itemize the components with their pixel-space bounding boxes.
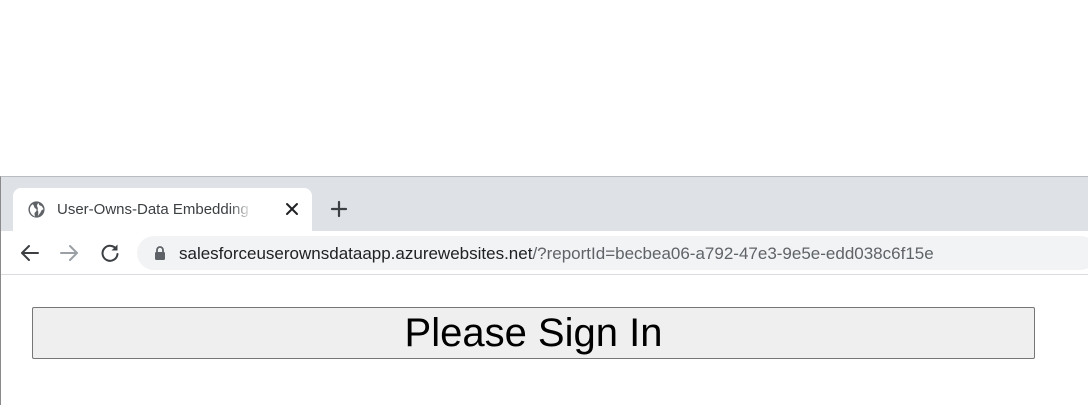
reload-icon[interactable] [98, 241, 122, 265]
page-content: Please Sign In [1, 276, 1088, 406]
arrow-left-icon[interactable] [18, 241, 42, 265]
close-icon[interactable] [283, 200, 301, 218]
sign-in-button[interactable]: Please Sign In [32, 307, 1035, 359]
globe-icon [27, 200, 46, 219]
plus-icon[interactable] [327, 197, 351, 221]
arrow-right-icon[interactable] [57, 241, 81, 265]
address-bar[interactable]: salesforceuserownsdataapp.azurewebsites.… [137, 236, 1088, 270]
url-text: salesforceuserownsdataapp.azurewebsites.… [179, 244, 934, 264]
url-path: /?reportId=becbea06-a792-47e3-9e5e-edd03… [532, 244, 934, 263]
url-host: salesforceuserownsdataapp.azurewebsites.… [179, 244, 533, 263]
tab-strip: User-Owns-Data Embedding App [1, 177, 1088, 231]
browser-toolbar: salesforceuserownsdataapp.azurewebsites.… [1, 231, 1088, 275]
browser-window: User-Owns-Data Embedding App [0, 176, 1088, 405]
desktop-background [0, 0, 1088, 176]
tab-title: User-Owns-Data Embedding App [57, 201, 253, 218]
tab-active[interactable]: User-Owns-Data Embedding App [13, 188, 312, 231]
lock-icon[interactable] [154, 246, 166, 260]
